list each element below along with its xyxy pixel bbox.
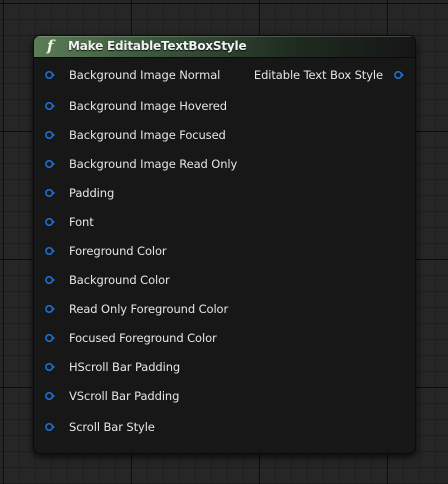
pin-label: Padding [69, 186, 115, 200]
pin-label: VScroll Bar Padding [69, 389, 180, 403]
struct-pin-icon[interactable] [45, 422, 55, 432]
function-icon: f [47, 37, 54, 55]
struct-pin-icon[interactable] [45, 188, 55, 198]
pin-label: HScroll Bar Padding [69, 360, 181, 374]
pin-label: Font [69, 215, 94, 229]
pin-label: Background Image Focused [69, 128, 226, 142]
pin-label: Editable Text Box Style [253, 68, 383, 82]
pin-label: Background Color [69, 273, 170, 287]
pin-label: Scroll Bar Style [69, 420, 155, 434]
struct-pin-icon[interactable] [45, 130, 55, 140]
struct-pin-icon[interactable] [45, 246, 55, 256]
struct-pin-icon[interactable] [45, 217, 55, 227]
pin-label: Read Only Foreground Color [69, 302, 229, 316]
pin-label: Background Image Read Only [69, 157, 238, 171]
struct-pin-icon[interactable] [45, 304, 55, 314]
pin-label: Foreground Color [69, 244, 167, 258]
struct-pin-icon[interactable] [45, 70, 55, 80]
struct-pin-icon[interactable] [45, 333, 55, 343]
struct-pin-icon[interactable] [45, 101, 55, 111]
pin-label: Background Image Hovered [69, 99, 227, 113]
struct-pin-icon[interactable] [45, 159, 55, 169]
make-editabletextboxstyle-node[interactable]: f Make EditableTextBoxStyle Background I… [33, 35, 416, 454]
struct-pin-icon[interactable] [394, 70, 404, 80]
node-title: Make EditableTextBoxStyle [68, 39, 247, 53]
struct-pin-icon[interactable] [45, 362, 55, 372]
struct-pin-icon[interactable] [45, 391, 55, 401]
pin-label: Focused Foreground Color [69, 331, 217, 345]
node-header[interactable]: f Make EditableTextBoxStyle [34, 36, 415, 58]
struct-pin-icon[interactable] [45, 275, 55, 285]
output-pin-row-editable-text-box-style[interactable]: Editable Text Box Style [244, 67, 404, 83]
pin-label: Background Image Normal [69, 68, 221, 82]
